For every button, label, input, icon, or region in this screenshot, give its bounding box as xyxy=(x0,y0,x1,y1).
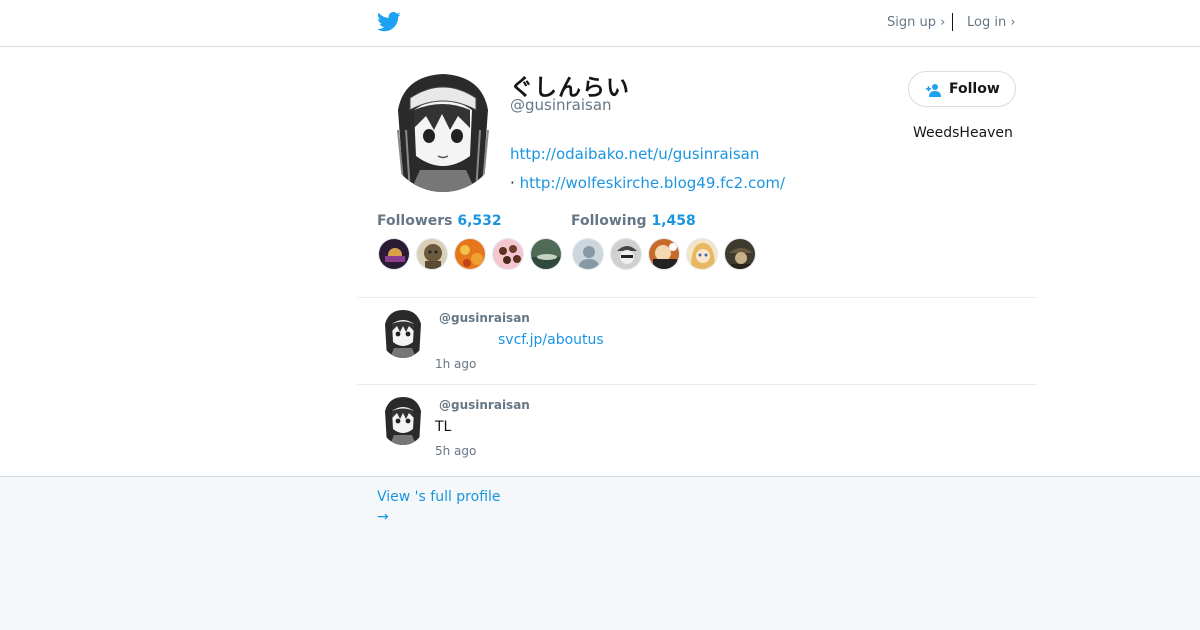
login-link[interactable]: Log in › xyxy=(967,15,1016,30)
nav-separator xyxy=(952,13,953,31)
followers-stat[interactable]: Followers 6,532 xyxy=(377,213,502,229)
followers-count: 6,532 xyxy=(457,213,502,229)
follow-button[interactable]: Follow xyxy=(908,71,1016,107)
tweet-text: TL xyxy=(435,419,452,435)
tweet-link[interactable]: svcf.jp/aboutus xyxy=(498,332,604,348)
tweet-timestamp[interactable]: 1h ago xyxy=(435,357,476,371)
tweet-avatar[interactable] xyxy=(380,308,426,358)
url-separator: · xyxy=(510,174,515,192)
profile-url-odaibako[interactable]: http://odaibako.net/u/gusinraisan xyxy=(510,145,759,163)
signup-link[interactable]: Sign up › xyxy=(887,15,945,30)
following-avatar[interactable] xyxy=(610,238,642,270)
tweet-divider xyxy=(357,384,1037,385)
followers-label: Followers xyxy=(377,213,453,229)
follower-avatar[interactable] xyxy=(416,238,448,270)
arrow-right-icon: → xyxy=(377,509,389,525)
profile-handle: @gusinraisan xyxy=(510,96,612,114)
full-profile-label: View 's full profile xyxy=(377,489,501,505)
follower-avatar[interactable] xyxy=(492,238,524,270)
tweet-timestamp[interactable]: 5h ago xyxy=(435,444,476,458)
following-stat[interactable]: Following 1,458 xyxy=(571,213,696,229)
follower-avatar[interactable] xyxy=(454,238,486,270)
tweet-avatar[interactable] xyxy=(380,395,426,445)
profile-url-blog[interactable]: http://wolfeskirche.blog49.fc2.com/ xyxy=(520,174,786,192)
following-label: Following xyxy=(571,213,647,229)
tweet-handle[interactable]: @gusinraisan xyxy=(439,398,530,412)
following-avatar[interactable] xyxy=(572,238,604,270)
twitter-bird-icon[interactable] xyxy=(377,12,401,32)
following-avatar[interactable] xyxy=(686,238,718,270)
following-avatar[interactable] xyxy=(724,238,756,270)
top-bar: Sign up › Log in › xyxy=(0,0,1200,47)
follower-avatar[interactable] xyxy=(530,238,562,270)
follower-avatar[interactable] xyxy=(378,238,410,270)
following-avatar[interactable] xyxy=(648,238,680,270)
view-full-profile-link[interactable]: View 's full profile → xyxy=(377,487,501,527)
profile-avatar[interactable] xyxy=(384,70,502,192)
add-person-icon xyxy=(926,84,941,97)
profile-location: WeedsHeaven xyxy=(913,125,1013,141)
profile-url-row: · http://wolfeskirche.blog49.fc2.com/ xyxy=(510,174,785,192)
follow-label: Follow xyxy=(949,81,1000,97)
tweet-handle[interactable]: @gusinraisan xyxy=(439,311,530,325)
tweet-divider xyxy=(357,297,1037,298)
following-count: 1,458 xyxy=(651,213,696,229)
